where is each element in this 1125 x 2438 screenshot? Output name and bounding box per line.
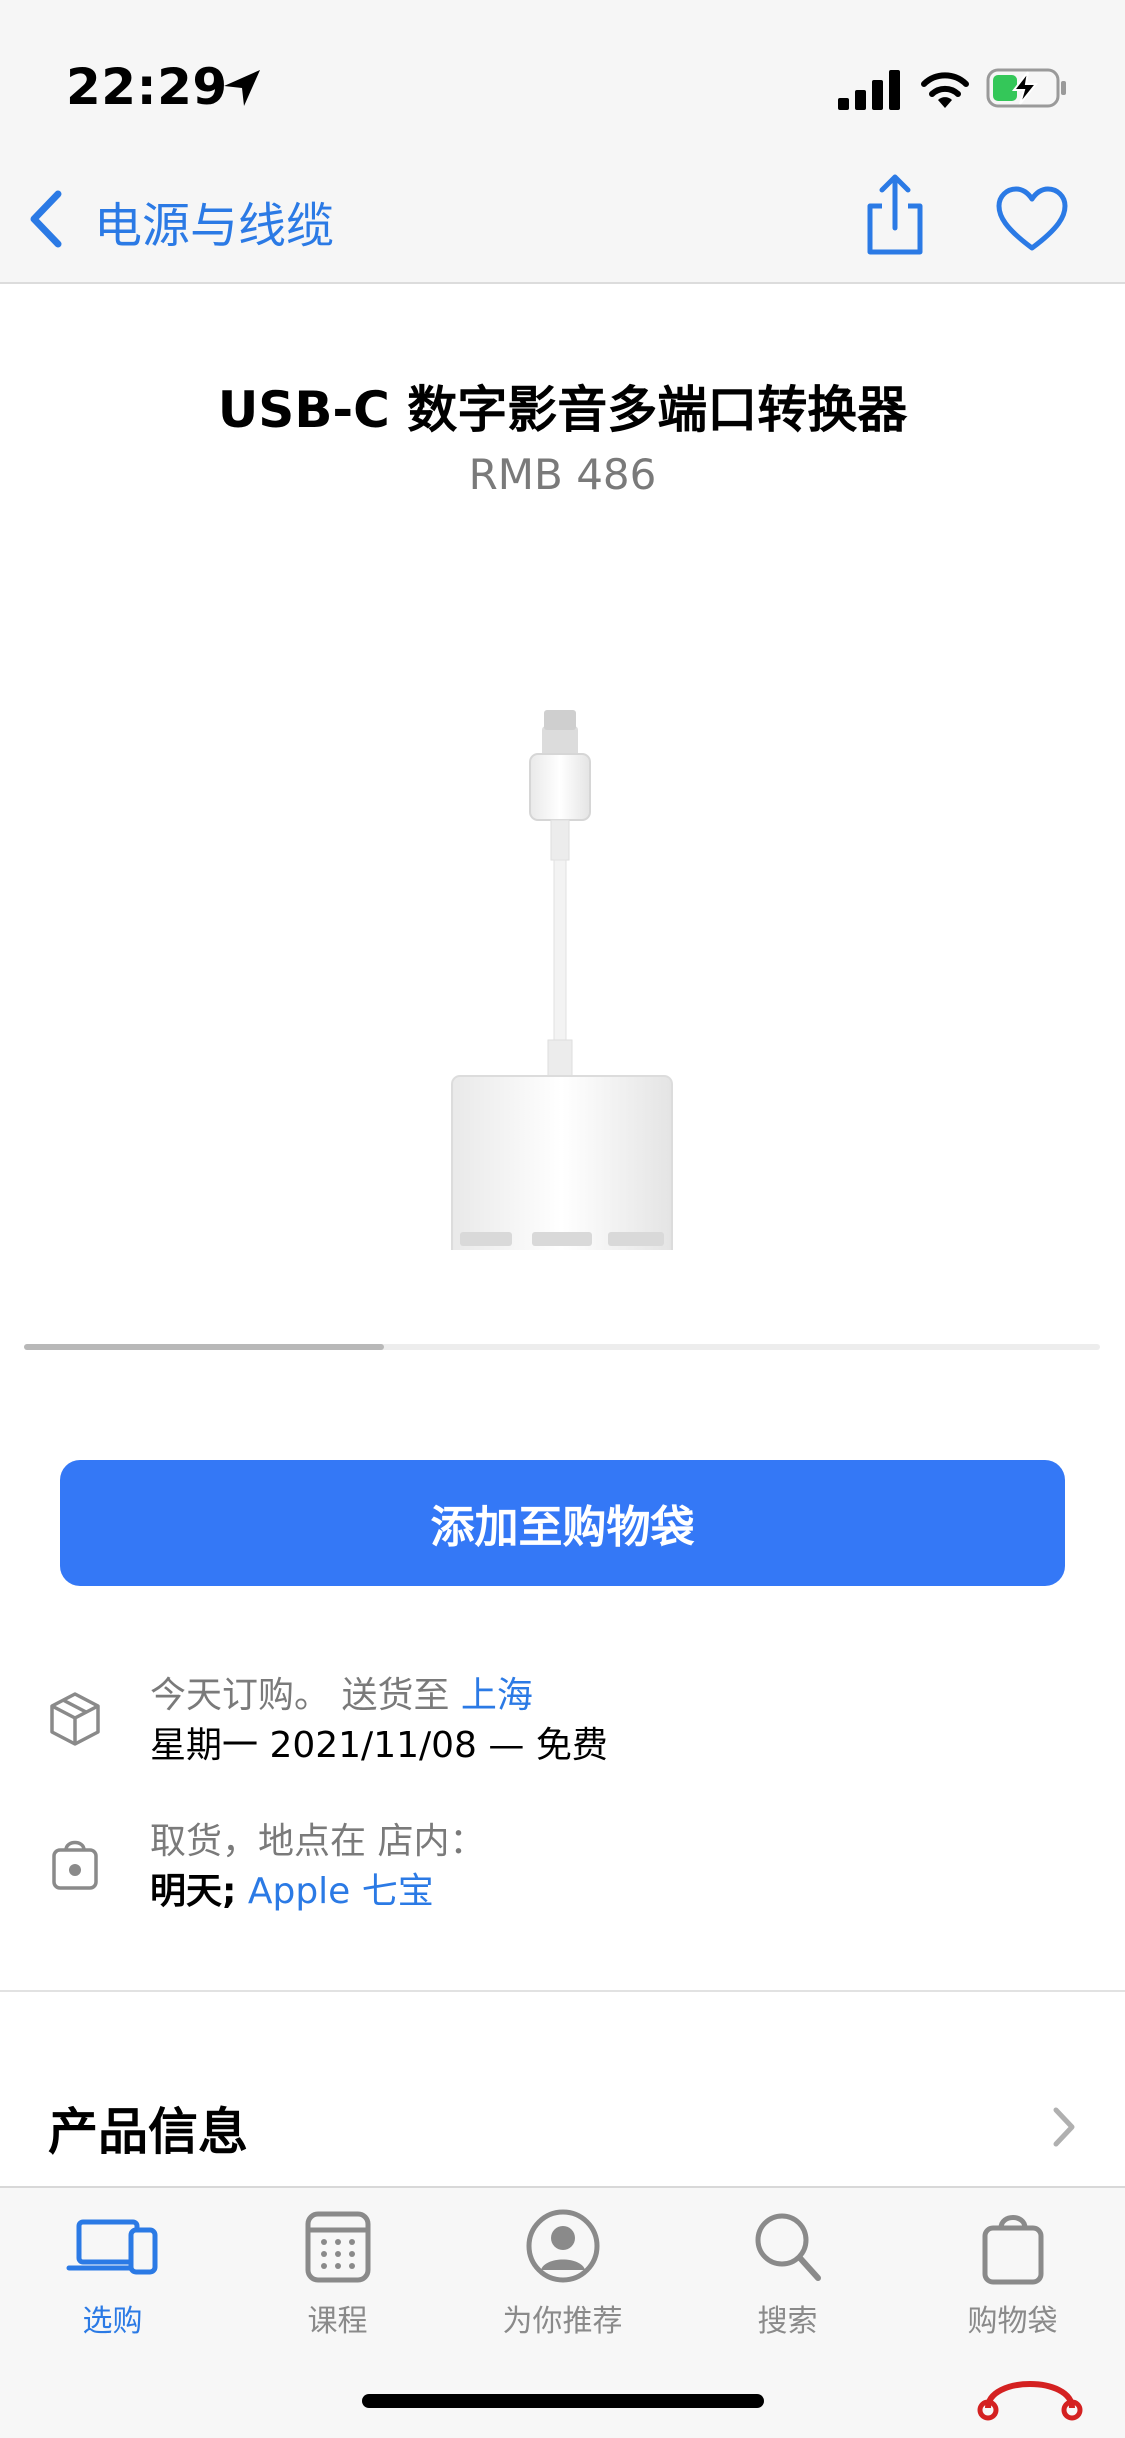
section-divider [0, 1990, 1125, 1992]
search-icon [755, 2213, 821, 2281]
bag-icon [982, 2215, 1043, 2285]
home-indicator[interactable] [362, 2394, 764, 2408]
pickup-day-text: 明天; [150, 1871, 237, 1912]
package-box-icon [50, 1692, 100, 1746]
status-time: 22:29 [66, 58, 228, 116]
tab-sessions[interactable]: 课程 [225, 2200, 450, 2340]
delivery-line-1: 今天订购。 送货至 上海 [150, 1672, 533, 1720]
product-image[interactable] [420, 710, 720, 1250]
delivery-order-text: 今天订购。 送货至 [150, 1675, 461, 1716]
heart-icon[interactable] [995, 186, 1069, 252]
tab-label: 课程 [307, 2304, 368, 2339]
product-info-title[interactable]: 产品信息 [48, 2092, 248, 2164]
calendar-icon [305, 2211, 370, 2283]
tab-bag[interactable]: 购物袋 [900, 2200, 1125, 2340]
delivery-date-text: 星期一 2021/11/08 — 免费 [150, 1725, 608, 1766]
add-to-bag-button[interactable]: 添加至购物袋 [60, 1460, 1065, 1586]
back-button-label[interactable]: 电源与线缆 [94, 186, 334, 256]
delivery-location-link[interactable]: 上海 [461, 1675, 533, 1716]
chevron-right-icon[interactable] [1050, 2106, 1078, 2148]
tab-search[interactable]: 搜索 [675, 2200, 900, 2340]
back-chevron-icon[interactable] [24, 188, 68, 250]
tab-label: 搜索 [757, 2304, 818, 2339]
laptop-phone-icon [66, 2219, 157, 2275]
battery-charging-icon [986, 68, 1066, 108]
watermark-logo-icon [977, 2381, 1083, 2421]
tab-label: 购物袋 [967, 2304, 1058, 2339]
pickup-line-1: 取货，地点在 店内： [150, 1821, 486, 1862]
tab-label: 选购 [82, 2304, 143, 2339]
product-title: USB-C 数字影音多端口转换器 [217, 381, 908, 439]
share-icon[interactable] [860, 172, 930, 258]
tab-shop[interactable]: 选购 [0, 2200, 225, 2340]
bag-icon [52, 1840, 98, 1890]
tab-label: 为你推荐 [502, 2304, 623, 2339]
product-price: RMB 486 [468, 450, 657, 499]
location-arrow-icon [224, 70, 260, 106]
person-circle-icon [526, 2209, 599, 2283]
pickup-line-2: 明天; Apple 七宝 [150, 1868, 434, 1916]
tab-for-you[interactable]: 为你推荐 [450, 2200, 675, 2340]
wifi-icon [921, 72, 969, 108]
gallery-scroll-thumb[interactable] [24, 1344, 384, 1350]
cellular-signal-icon [838, 70, 900, 110]
pickup-store-link[interactable]: Apple 七宝 [236, 1871, 434, 1912]
